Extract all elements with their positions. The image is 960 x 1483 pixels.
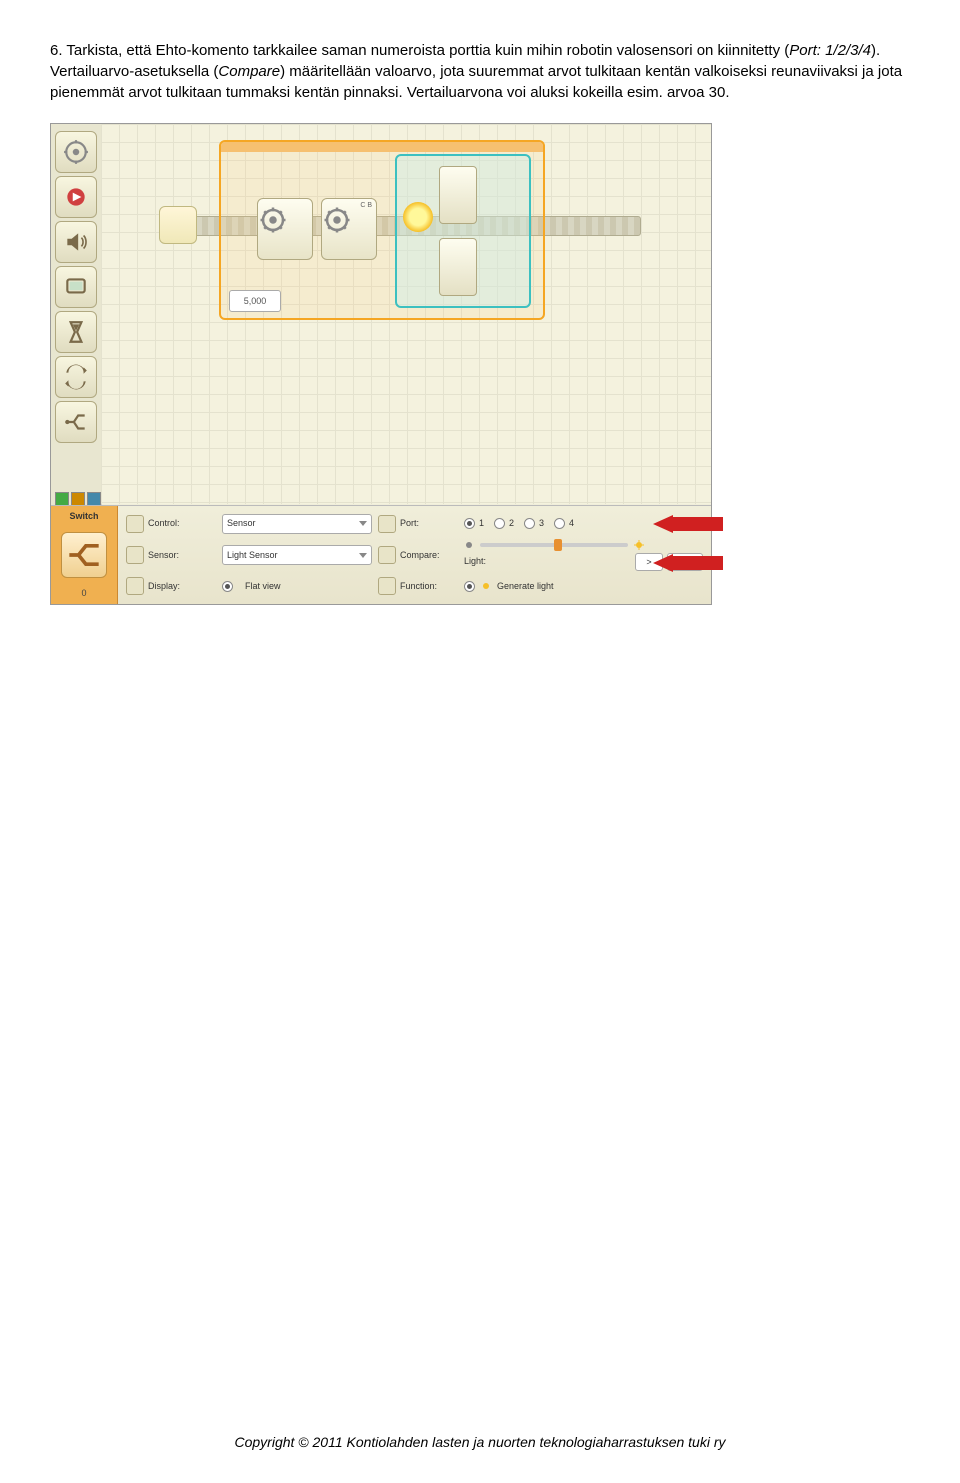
switch-icon-large bbox=[61, 532, 107, 578]
light-label: Light: bbox=[464, 555, 486, 568]
function-label: Function: bbox=[378, 577, 458, 595]
flatview-group: Flat view bbox=[222, 580, 372, 593]
sensor-icon bbox=[126, 546, 144, 564]
config-panel: Switch 0 Control: Sensor Port: 1 2 3 4 bbox=[51, 505, 711, 604]
program-canvas[interactable]: 5,000 C B bbox=[101, 124, 711, 504]
control-select[interactable]: Sensor bbox=[222, 514, 372, 534]
red-arrow-compare bbox=[653, 554, 723, 572]
motor-block-2[interactable]: C B bbox=[321, 198, 377, 260]
port-3-radio[interactable]: 3 bbox=[524, 517, 544, 530]
flatview-radio[interactable] bbox=[222, 581, 233, 592]
palette-tabs[interactable] bbox=[55, 492, 101, 506]
config-count: 0 bbox=[81, 587, 86, 600]
palette-tab-2[interactable] bbox=[71, 492, 85, 506]
genlight-radio[interactable] bbox=[464, 581, 475, 592]
tool-wait[interactable] bbox=[55, 311, 97, 353]
palette-tab-1[interactable] bbox=[55, 492, 69, 506]
display-label: Display: bbox=[126, 577, 216, 595]
start-node[interactable] bbox=[159, 206, 197, 244]
switch-true-branch[interactable] bbox=[439, 166, 477, 224]
motor-ports-label: C B bbox=[360, 201, 372, 211]
compare-icon bbox=[378, 546, 396, 564]
tool-display[interactable] bbox=[55, 266, 97, 308]
text-part1: 6. Tarkista, että Ehto-komento tarkkaile… bbox=[50, 42, 789, 59]
display-icon bbox=[126, 577, 144, 595]
compare-label: Compare: bbox=[378, 546, 458, 564]
light-sensor-icon bbox=[403, 202, 433, 232]
tool-switch[interactable] bbox=[55, 401, 97, 443]
genlight-group: Generate light bbox=[464, 580, 703, 593]
sensor-label: Sensor: bbox=[126, 546, 216, 564]
switch-false-branch[interactable] bbox=[439, 238, 477, 296]
compare-slider-row bbox=[464, 540, 644, 550]
switch-block[interactable] bbox=[395, 154, 531, 308]
motor-block-1[interactable] bbox=[257, 198, 313, 260]
dark-icon bbox=[464, 540, 474, 550]
tool-loop[interactable] bbox=[55, 356, 97, 398]
left-toolbar bbox=[51, 124, 102, 508]
sensor-select[interactable]: Light Sensor bbox=[222, 545, 372, 565]
port-2-radio[interactable]: 2 bbox=[494, 517, 514, 530]
config-panel-header: Switch 0 bbox=[51, 506, 118, 604]
bright-icon bbox=[634, 540, 644, 550]
function-icon bbox=[378, 577, 396, 595]
palette-tab-3[interactable] bbox=[87, 492, 101, 506]
tool-sound[interactable] bbox=[55, 221, 97, 263]
flatview-label: Flat view bbox=[245, 580, 281, 593]
genlight-label: Generate light bbox=[497, 580, 554, 593]
port-italic: Port: 1/2/3/4 bbox=[789, 42, 871, 59]
red-arrow-port bbox=[653, 515, 723, 533]
port-label: Port: bbox=[378, 515, 458, 533]
genlight-icon bbox=[481, 581, 491, 591]
tool-record[interactable] bbox=[55, 176, 97, 218]
loop-counter: 5,000 bbox=[229, 290, 281, 312]
config-grid: Control: Sensor Port: 1 2 3 4 Sensor: Li… bbox=[118, 506, 711, 604]
control-label: Control: bbox=[126, 515, 216, 533]
tool-move[interactable] bbox=[55, 131, 97, 173]
compare-italic: Compare bbox=[218, 63, 280, 80]
compare-slider[interactable] bbox=[480, 543, 628, 547]
page-footer: Copyright © 2011 Kontiolahden lasten ja … bbox=[0, 1433, 960, 1453]
instruction-paragraph: 6. Tarkista, että Ehto-komento tarkkaile… bbox=[50, 40, 910, 103]
port-1-radio[interactable]: 1 bbox=[464, 517, 484, 530]
panel-title: Switch bbox=[69, 510, 98, 523]
control-icon bbox=[126, 515, 144, 533]
port-icon bbox=[378, 515, 396, 533]
nxt-screenshot: 5,000 C B Switch 0 Control: Sensor Port: bbox=[50, 123, 712, 605]
port-4-radio[interactable]: 4 bbox=[554, 517, 574, 530]
